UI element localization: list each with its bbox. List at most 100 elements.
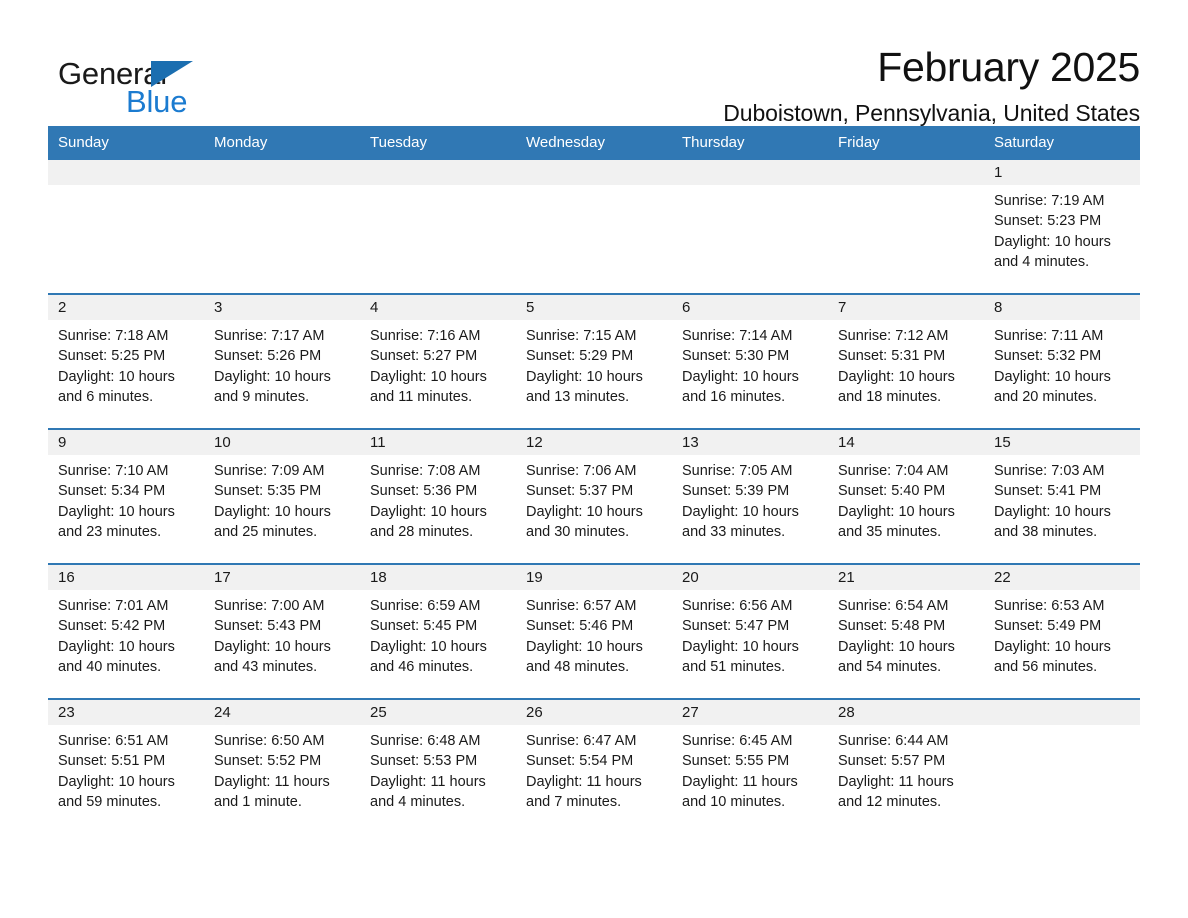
day-cell[interactable]: 2 Sunrise: 7:18 AM Sunset: 5:25 PM Daylight…: [48, 295, 204, 429]
day-number: 23: [48, 700, 204, 726]
daylight-text: Daylight: 10 hours and 40 minutes.: [58, 638, 175, 675]
day-number: 9: [48, 430, 204, 456]
day-number: 5: [516, 295, 672, 321]
sunset-text: Sunset: 5:47 PM: [682, 618, 790, 635]
day-number: 3: [204, 295, 360, 321]
daylight-text: Daylight: 10 hours and 48 minutes.: [526, 638, 643, 675]
sunset-text: Sunset: 5:51 PM: [58, 753, 166, 770]
day-cell[interactable]: 1 Sunrise: 7:19 AM Sunset: 5:23 PM Daylight…: [984, 160, 1140, 294]
day-cell[interactable]: 8 Sunrise: 7:11 AM Sunset: 5:32 PM Daylight…: [984, 295, 1140, 429]
sunset-text: Sunset: 5:23 PM: [994, 213, 1102, 230]
calendar-week-row: 2 Sunrise: 7:18 AM Sunset: 5:25 PM Daylight…: [48, 293, 1140, 429]
sunrise-text: Sunrise: 6:59 AM: [370, 598, 481, 615]
day-cell[interactable]: 24 Sunrise: 6:50 AM Sunset: 5:52 PM Dayligh…: [204, 700, 360, 834]
day-cell[interactable]: 25 Sunrise: 6:48 AM Sunset: 5:53 PM Dayligh…: [360, 700, 516, 834]
day-cell[interactable]: 21 Sunrise: 6:54 AM Sunset: 5:48 PM Dayligh…: [828, 565, 984, 699]
daylight-text: Daylight: 10 hours and 4 minutes.: [994, 233, 1111, 270]
daylight-text: Daylight: 10 hours and 30 minutes.: [526, 503, 643, 540]
sunset-text: Sunset: 5:34 PM: [58, 483, 166, 500]
day-cell[interactable]: 15 Sunrise: 7:03 AM Sunset: 5:41 PM Dayligh…: [984, 430, 1140, 564]
day-details: Sunrise: 7:00 AM Sunset: 5:43 PM Daylight:…: [204, 590, 360, 677]
day-cell[interactable]: 20 Sunrise: 6:56 AM Sunset: 5:47 PM Dayligh…: [672, 565, 828, 699]
weekday-header-saturday: Saturday: [994, 134, 1055, 151]
daylight-text: Daylight: 11 hours and 7 minutes.: [526, 773, 642, 810]
day-cell[interactable]: 6 Sunrise: 7:14 AM Sunset: 5:30 PM Daylight…: [672, 295, 828, 429]
day-cell[interactable]: 16 Sunrise: 7:01 AM Sunset: 5:42 PM Dayligh…: [48, 565, 204, 699]
day-cell-empty: [48, 160, 204, 294]
sunset-text: Sunset: 5:40 PM: [838, 483, 946, 500]
day-details: Sunrise: 7:10 AM Sunset: 5:34 PM Daylight:…: [48, 455, 204, 542]
sunset-text: Sunset: 5:54 PM: [526, 753, 634, 770]
day-cell-empty: [672, 160, 828, 294]
sunrise-text: Sunrise: 7:03 AM: [994, 463, 1105, 480]
day-number: [360, 160, 516, 186]
day-number: 21: [828, 565, 984, 591]
daylight-text: Daylight: 10 hours and 23 minutes.: [58, 503, 175, 540]
day-number: 2: [48, 295, 204, 321]
day-cell[interactable]: 4 Sunrise: 7:16 AM Sunset: 5:27 PM Daylight…: [360, 295, 516, 429]
brand-logo[interactable]: General Blue: [48, 46, 248, 117]
day-cell[interactable]: 22 Sunrise: 6:53 AM Sunset: 5:49 PM Dayligh…: [984, 565, 1140, 699]
day-details: Sunrise: 6:45 AM Sunset: 5:55 PM Daylight:…: [672, 725, 828, 812]
sunrise-text: Sunrise: 7:15 AM: [526, 328, 637, 345]
day-details: Sunrise: 6:47 AM Sunset: 5:54 PM Daylight:…: [516, 725, 672, 812]
day-details: Sunrise: 6:44 AM Sunset: 5:57 PM Daylight:…: [828, 725, 984, 812]
day-cell[interactable]: 10 Sunrise: 7:09 AM Sunset: 5:35 PM Dayligh…: [204, 430, 360, 564]
day-number: [828, 160, 984, 186]
day-cell[interactable]: 23 Sunrise: 6:51 AM Sunset: 5:51 PM Dayligh…: [48, 700, 204, 834]
sunset-text: Sunset: 5:25 PM: [58, 348, 166, 365]
sunrise-text: Sunrise: 6:57 AM: [526, 598, 637, 615]
day-details: Sunrise: 7:01 AM Sunset: 5:42 PM Daylight:…: [48, 590, 204, 677]
daylight-text: Daylight: 11 hours and 4 minutes.: [370, 773, 486, 810]
day-cell[interactable]: 14 Sunrise: 7:04 AM Sunset: 5:40 PM Dayligh…: [828, 430, 984, 564]
page-header: General Blue February 2025 Duboistown, P…: [48, 0, 1140, 125]
day-cell[interactable]: 13 Sunrise: 7:05 AM Sunset: 5:39 PM Dayligh…: [672, 430, 828, 564]
day-cell[interactable]: 7 Sunrise: 7:12 AM Sunset: 5:31 PM Daylight…: [828, 295, 984, 429]
day-cell-empty: [984, 700, 1140, 834]
day-cell-empty: [516, 160, 672, 294]
day-number: 16: [48, 565, 204, 591]
calendar-week-row: 9 Sunrise: 7:10 AM Sunset: 5:34 PM Daylight…: [48, 428, 1140, 564]
sunrise-text: Sunrise: 6:54 AM: [838, 598, 949, 615]
day-cell[interactable]: 19 Sunrise: 6:57 AM Sunset: 5:46 PM Dayligh…: [516, 565, 672, 699]
sunset-text: Sunset: 5:57 PM: [838, 753, 946, 770]
daylight-text: Daylight: 11 hours and 1 minute.: [214, 773, 330, 810]
calendar-week-row: 23 Sunrise: 6:51 AM Sunset: 5:51 PM Dayligh…: [48, 698, 1140, 834]
day-number: 28: [828, 700, 984, 726]
day-cell[interactable]: 27 Sunrise: 6:45 AM Sunset: 5:55 PM Dayligh…: [672, 700, 828, 834]
daylight-text: Daylight: 10 hours and 25 minutes.: [214, 503, 331, 540]
sunset-text: Sunset: 5:36 PM: [370, 483, 478, 500]
day-cell[interactable]: 12 Sunrise: 7:06 AM Sunset: 5:37 PM Dayligh…: [516, 430, 672, 564]
day-cell[interactable]: 28 Sunrise: 6:44 AM Sunset: 5:57 PM Dayligh…: [828, 700, 984, 834]
sunrise-text: Sunrise: 7:18 AM: [58, 328, 169, 345]
daylight-text: Daylight: 10 hours and 16 minutes.: [682, 368, 799, 405]
calendar-grid: Sunday Monday Tuesday Wednesday Thursday…: [48, 126, 1140, 834]
sunrise-text: Sunrise: 7:05 AM: [682, 463, 793, 480]
daylight-text: Daylight: 10 hours and 38 minutes.: [994, 503, 1111, 540]
day-cell[interactable]: 11 Sunrise: 7:08 AM Sunset: 5:36 PM Dayligh…: [360, 430, 516, 564]
day-cell[interactable]: 26 Sunrise: 6:47 AM Sunset: 5:54 PM Dayligh…: [516, 700, 672, 834]
day-details: Sunrise: 7:19 AM Sunset: 5:23 PM Daylight:…: [984, 185, 1140, 272]
day-details: Sunrise: 7:06 AM Sunset: 5:37 PM Daylight:…: [516, 455, 672, 542]
daylight-text: Daylight: 10 hours and 20 minutes.: [994, 368, 1111, 405]
day-cell[interactable]: 18 Sunrise: 6:59 AM Sunset: 5:45 PM Dayligh…: [360, 565, 516, 699]
sunset-text: Sunset: 5:27 PM: [370, 348, 478, 365]
day-cell-empty: [828, 160, 984, 294]
daylight-text: Daylight: 10 hours and 13 minutes.: [526, 368, 643, 405]
day-number: 19: [516, 565, 672, 591]
weekday-header-friday: Friday: [838, 134, 880, 151]
day-number: 6: [672, 295, 828, 321]
day-cell[interactable]: 5 Sunrise: 7:15 AM Sunset: 5:29 PM Daylight…: [516, 295, 672, 429]
sunrise-text: Sunrise: 7:14 AM: [682, 328, 793, 345]
day-cell[interactable]: 17 Sunrise: 7:00 AM Sunset: 5:43 PM Dayligh…: [204, 565, 360, 699]
day-number: 12: [516, 430, 672, 456]
daylight-text: Daylight: 10 hours and 59 minutes.: [58, 773, 175, 810]
day-number: 1: [984, 160, 1140, 186]
location-subtitle: Duboistown, Pennsylvania, United States: [723, 100, 1140, 127]
sunset-text: Sunset: 5:39 PM: [682, 483, 790, 500]
day-cell[interactable]: 9 Sunrise: 7:10 AM Sunset: 5:34 PM Daylight…: [48, 430, 204, 564]
sunrise-text: Sunrise: 7:19 AM: [994, 193, 1105, 210]
day-number: 25: [360, 700, 516, 726]
daylight-text: Daylight: 10 hours and 54 minutes.: [838, 638, 955, 675]
day-cell[interactable]: 3 Sunrise: 7:17 AM Sunset: 5:26 PM Daylight…: [204, 295, 360, 429]
